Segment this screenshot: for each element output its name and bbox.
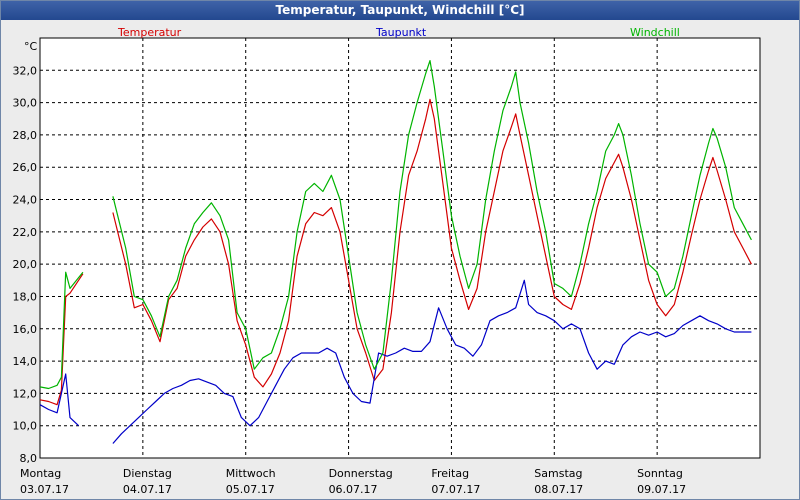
legend-taupunkt: Taupunkt (375, 26, 427, 39)
x-tick-day: Samstag (534, 467, 582, 480)
x-tick-day: Donnerstag (329, 467, 393, 480)
x-tick-date: 09.07.17 (637, 483, 686, 496)
y-axis-ticks: 8,0 10,0 12,0 14,0 16,0 18,0 20,0 22,0 24,0 26,0 2… (13, 64, 38, 465)
y-unit-label: °C (24, 40, 38, 53)
y-tick-label: 26,0 (13, 161, 38, 174)
x-axis-ticks: Montag 03.07.17 Dienstag 04.07.17 Mittwoch 05… (20, 467, 686, 496)
x-tick-date: 07.07.17 (431, 483, 480, 496)
x-tick-day: Freitag (431, 467, 469, 480)
x-tick-date: 03.07.17 (20, 483, 69, 496)
x-tick-day: Dienstag (123, 467, 172, 480)
chart-svg: 8,0 10,0 12,0 14,0 16,0 18,0 20,0 22,0 24,0 26,0 2… (13, 26, 761, 496)
y-tick-label: 14,0 (13, 355, 38, 368)
y-tick-label: 10,0 (13, 420, 38, 433)
y-tick-label: 24,0 (13, 194, 38, 207)
legend-temperatur: Temperatur (117, 26, 182, 39)
legend-windchill: Windchill (630, 26, 680, 39)
y-tick-label: 8,0 (20, 452, 38, 465)
y-tick-label: 22,0 (13, 226, 38, 239)
x-tick-day: Mittwoch (226, 467, 276, 480)
x-tick-date: 06.07.17 (329, 483, 378, 496)
y-tick-label: 28,0 (13, 129, 38, 142)
y-tick-label: 16,0 (13, 323, 38, 336)
plot-area (39, 37, 761, 459)
legend: Temperatur Taupunkt Windchill (117, 26, 680, 39)
y-tick-label: 32,0 (13, 64, 38, 77)
x-tick-date: 04.07.17 (123, 483, 172, 496)
x-tick-day: Montag (20, 467, 61, 480)
y-tick-label: 30,0 (13, 97, 38, 110)
y-tick-label: 12,0 (13, 387, 38, 400)
y-tick-label: 18,0 (13, 290, 38, 303)
x-tick-day: Sonntag (637, 467, 683, 480)
x-tick-date: 05.07.17 (226, 483, 275, 496)
x-tick-date: 08.07.17 (534, 483, 583, 496)
y-tick-label: 20,0 (13, 258, 38, 271)
